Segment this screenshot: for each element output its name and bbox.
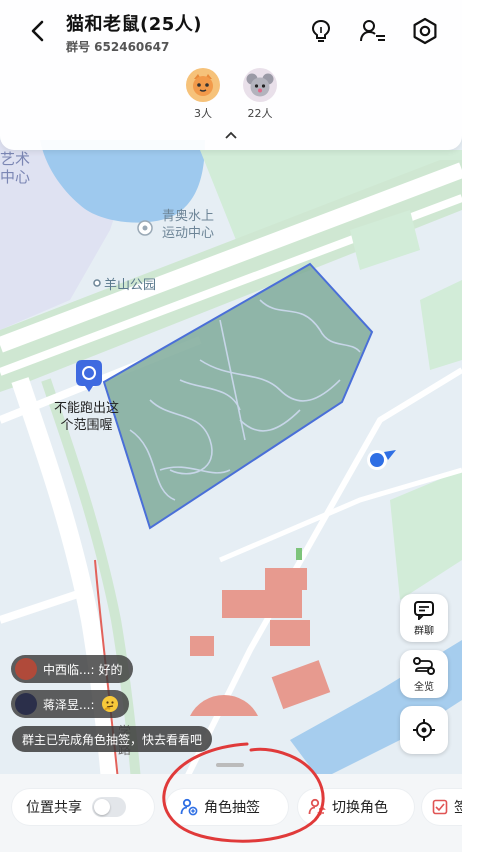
user-list-icon — [360, 20, 385, 42]
route-icon — [413, 656, 435, 675]
chevron-left-icon — [31, 20, 44, 42]
drawer-handle[interactable] — [216, 763, 244, 767]
venue-pin-icon — [137, 220, 153, 236]
chat-bubble-icon — [414, 600, 434, 620]
blank-margin — [462, 0, 498, 852]
system-message: 群主已完成角色抽签，快去看看吧 — [12, 726, 213, 752]
user-avatar-icon — [15, 693, 37, 715]
group-number: 群号 652460647 — [66, 40, 170, 54]
crosshair-icon — [413, 719, 435, 741]
user-draw-icon — [180, 798, 198, 816]
thinking-emoji-icon — [101, 696, 118, 712]
cat-avatar-icon — [186, 68, 220, 102]
art-center-label: 艺术 中心 — [0, 150, 31, 186]
chat-message[interactable]: 中西临...: 好的 — [11, 655, 133, 683]
role-mouse[interactable]: 22人 — [240, 68, 280, 121]
switch-user-icon — [308, 798, 326, 816]
header-panel: 猫和老鼠(25人) 群号 652460647 3人 22人 — [0, 0, 462, 150]
location-share-switch[interactable] — [92, 797, 126, 817]
sign-in-label: 签 — [454, 800, 462, 816]
group-title: 猫和老鼠(25人) — [66, 14, 203, 35]
role-draw-label: 角色抽签 — [204, 800, 260, 816]
hexagon-settings-icon — [413, 17, 437, 45]
members-button[interactable] — [358, 16, 388, 46]
group-chat-label: 群聊 — [414, 625, 434, 637]
park-pin-icon — [93, 279, 101, 287]
back-button[interactable] — [22, 16, 52, 46]
cat-count: 3人 — [194, 107, 212, 120]
role-draw-button[interactable]: 角色抽签 — [166, 789, 288, 825]
chat-message[interactable]: 蒋泽昱...: — [11, 690, 129, 718]
location-share-label: 位置共享 — [26, 800, 82, 816]
lightbulb-icon — [311, 19, 331, 42]
role-cat[interactable]: 3人 — [183, 68, 223, 121]
user-avatar-icon — [15, 658, 37, 680]
group-chat-button[interactable]: 群聊 — [400, 594, 448, 642]
chat-sender: 蒋泽昱...: — [43, 697, 95, 712]
fence-note-label: 不能跑出这 个范围喔 — [54, 401, 120, 433]
tips-button[interactable] — [306, 16, 336, 46]
app-screen: 艺术 中心 青奥水上 运动中心 羊山公园 不能跑出这 个范围喔 学 路 猫和老鼠… — [0, 0, 462, 852]
chat-sender: 中西临...: — [43, 662, 95, 677]
venue-label: 青奥水上 运动中心 — [162, 209, 215, 241]
mouse-avatar-icon — [243, 68, 277, 102]
checkbox-icon — [432, 799, 448, 815]
settings-button[interactable] — [410, 16, 440, 46]
overview-label: 全览 — [414, 681, 434, 693]
switch-role-label: 切换角色 — [332, 800, 388, 816]
overview-button[interactable]: 全览 — [400, 650, 448, 698]
park-label: 羊山公园 — [104, 278, 157, 293]
chat-text: 好的 — [98, 662, 123, 677]
mouse-count: 22人 — [247, 107, 273, 120]
switch-role-button[interactable]: 切换角色 — [298, 789, 414, 825]
locate-button[interactable] — [400, 706, 448, 754]
location-share-toggle[interactable]: 位置共享 — [12, 789, 154, 825]
sign-in-button[interactable]: 签 — [422, 789, 462, 825]
collapse-caret-icon[interactable] — [225, 128, 237, 142]
